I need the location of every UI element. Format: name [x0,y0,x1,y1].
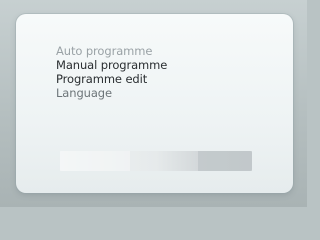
osd-menu-list: Auto programme Manual programme Programm… [56,44,216,100]
hint-bar-segment [60,151,130,171]
menu-hint-bar [60,151,252,171]
menu-item-auto-programme[interactable]: Auto programme [56,44,216,58]
menu-item-manual-programme[interactable]: Manual programme [56,58,216,72]
menu-item-language[interactable]: Language [56,86,216,100]
menu-item-programme-edit[interactable]: Programme edit [56,72,216,86]
hint-bar-segment [198,151,252,171]
